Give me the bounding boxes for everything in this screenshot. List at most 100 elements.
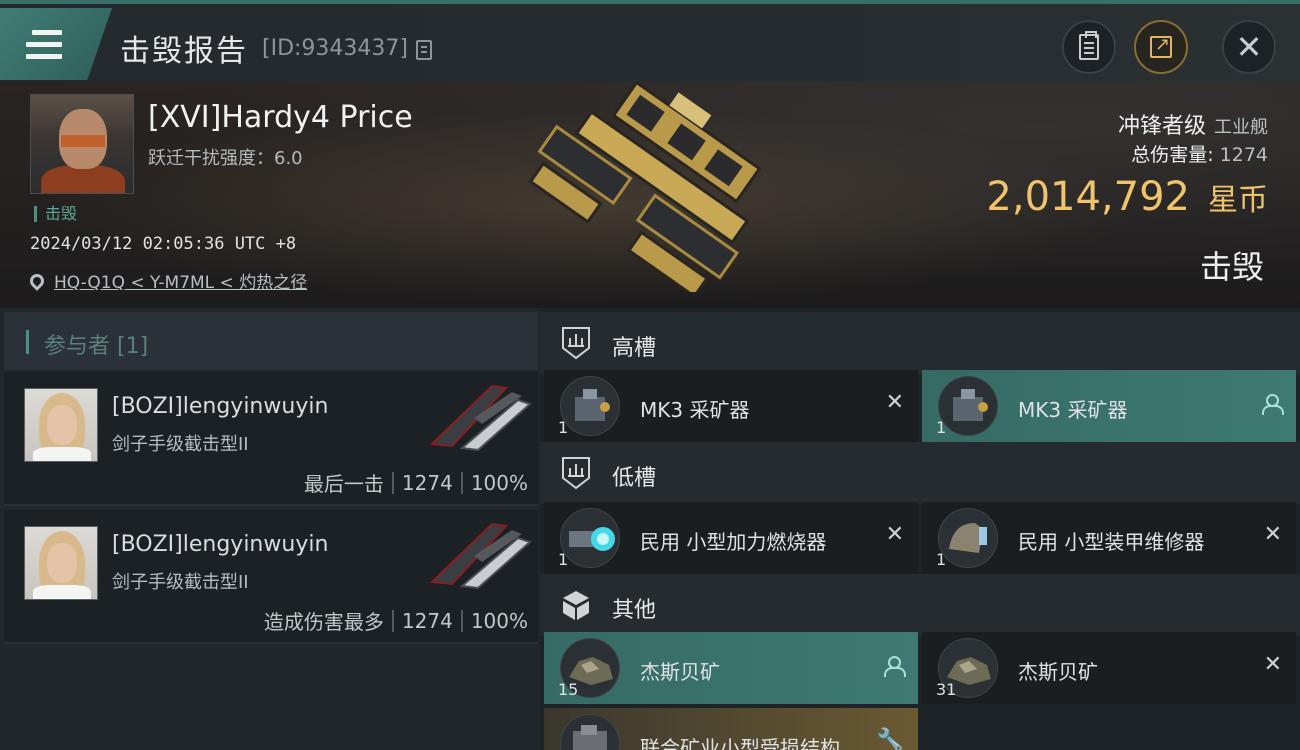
item-name: 联合矿业小型受损结构 (640, 736, 840, 750)
divider (460, 471, 463, 494)
module-slot[interactable]: 31 杰斯贝矿 ✕ (922, 632, 1296, 704)
fitting-panel: 高槽 1 MK3 采矿器 ✕ 1 MK3 采矿器 低槽 1 民用 小型加力燃烧器… (540, 308, 1300, 750)
module-quantity: 1 (936, 418, 947, 437)
participants-heading: 参与者 [1] (44, 334, 149, 359)
isk-amount: 2,014,792 (986, 174, 1190, 220)
participant-row[interactable]: [BOZI]lengyinwuyin 剑子手级截击型II 造成伤害最多 1274… (4, 510, 538, 644)
close-icon: ✕ (1263, 522, 1282, 547)
module-name: MK3 采矿器 (640, 398, 750, 422)
module-slot[interactable]: 15 杰斯贝矿 (544, 632, 918, 704)
participants-header: 参与者 [1] (4, 312, 538, 370)
participant-tag: 最后一击 (303, 472, 384, 496)
high-slot-icon (562, 327, 590, 360)
item-name: 杰斯贝矿 (1018, 660, 1098, 684)
close-icon: ✕ (885, 522, 904, 547)
item-quantity: 15 (558, 680, 579, 699)
participant-ship: 剑子手级截击型II (112, 434, 249, 455)
warp-disruption-strength: 跃迁干扰强度：6.0 (148, 148, 303, 169)
person-icon (884, 656, 906, 677)
participant-ship: 剑子手级截击型II (112, 572, 249, 593)
low-slot-label: 低槽 (612, 466, 657, 491)
participant-tag: 造成伤害最多 (263, 610, 384, 634)
section-accent-bar (26, 330, 29, 354)
module-quantity: 1 (558, 418, 569, 437)
participant-name[interactable]: [BOZI]lengyinwuyin (112, 532, 328, 557)
page-title: 击毁报告 (120, 34, 248, 69)
afterburner-icon (560, 508, 620, 568)
module-slot[interactable]: 1 民用 小型加力燃烧器 ✕ (544, 502, 918, 574)
location-link[interactable]: HQ-Q1Q < Y-M7ML < 灼热之径 (27, 268, 307, 293)
other-header: 其他 (540, 574, 1300, 636)
participant-damage: 1274 (401, 608, 453, 633)
low-slot-icon (562, 457, 590, 490)
hamburger-icon (26, 30, 62, 60)
isk-unit: 星币 (1208, 183, 1268, 218)
participant-percent: 100% (470, 608, 528, 633)
participant-row[interactable]: [BOZI]lengyinwuyin 剑子手级截击型II 最后一击 1274 1… (4, 372, 538, 506)
divider (460, 609, 463, 632)
participant-avatar[interactable] (24, 526, 98, 600)
module-name: MK3 采矿器 (1018, 398, 1128, 422)
clipboard-button[interactable] (1062, 20, 1116, 74)
ship-class: 冲锋者级 工业舰 (1118, 108, 1268, 140)
other-label: 其他 (612, 598, 657, 623)
share-button[interactable] (1134, 20, 1188, 74)
clipboard-icon (1079, 31, 1099, 60)
ship-type: 工业舰 (1214, 117, 1268, 138)
participant-name[interactable]: [BOZI]lengyinwuyin (112, 394, 328, 419)
participants-panel: 参与者 [1] [BOZI]lengyinwuyin 剑子手级截击型II 最后一… (0, 308, 540, 750)
status-badge: 击毁 (34, 206, 77, 222)
participant-percent: 100% (470, 470, 528, 495)
participant-ship-image[interactable] (422, 516, 534, 590)
participant-avatar[interactable] (24, 388, 98, 462)
copy-icon[interactable] (416, 40, 432, 60)
victim-avatar[interactable] (30, 94, 134, 194)
module-quantity: 1 (558, 550, 569, 569)
total-damage-label: 总伤害量: (1131, 144, 1214, 166)
close-icon: ✕ (1235, 28, 1263, 66)
structure-icon (560, 714, 620, 750)
report-id: [ID:9343437] (262, 36, 408, 61)
person-icon (1262, 394, 1284, 415)
participant-ship-image[interactable] (422, 378, 534, 452)
high-slot-label: 高槽 (612, 336, 657, 361)
armor-repairer-icon (938, 508, 998, 568)
module-slot[interactable]: 1 民用 小型装甲维修器 ✕ (922, 502, 1296, 574)
location-pin-icon (27, 270, 47, 291)
isk-value: 2,014,792 星币 (986, 174, 1268, 220)
total-damage-value: 1274 (1219, 144, 1268, 166)
divider (391, 609, 394, 632)
location-text[interactable]: HQ-Q1Q < Y-M7ML < 灼热之径 (54, 268, 307, 293)
victim-ship-image[interactable] (520, 82, 790, 292)
kill-timestamp: 2024/03/12 02:05:36 UTC +8 (30, 234, 297, 254)
module-name: 民用 小型装甲维修器 (1018, 530, 1205, 554)
module-slot[interactable]: 1 MK3 采矿器 ✕ (544, 370, 918, 442)
wrench-icon: 🔧 (876, 728, 904, 750)
ship-class-name: 冲锋者级 (1117, 114, 1206, 139)
total-damage: 总伤害量: 1274 (1131, 140, 1268, 167)
module-quantity: 1 (936, 550, 947, 569)
top-bar: 击毁报告 [ID:9343437] ✕ (0, 0, 1300, 82)
module-name: 民用 小型加力燃烧器 (640, 530, 827, 554)
low-slot-header: 低槽 (540, 442, 1300, 504)
high-slot-header: 高槽 (540, 312, 1300, 374)
item-quantity: 31 (936, 680, 957, 699)
kill-result: 击毁 (1199, 248, 1264, 286)
participant-stats: 造成伤害最多 1274 100% (264, 606, 528, 635)
share-icon (1150, 34, 1172, 58)
mining-laser-icon (938, 376, 998, 436)
close-icon: ✕ (885, 390, 904, 415)
participant-damage: 1274 (401, 470, 453, 495)
victim-panel: [XVI]Hardy4 Price 跃迁干扰强度：6.0 击毁 2024/03/… (0, 82, 1300, 308)
victim-name[interactable]: [XVI]Hardy4 Price (148, 100, 413, 135)
close-button[interactable]: ✕ (1222, 20, 1276, 74)
module-slot[interactable]: 1 MK3 采矿器 (922, 370, 1296, 442)
mining-laser-icon (560, 376, 620, 436)
close-icon: ✕ (1263, 652, 1282, 677)
item-name: 杰斯贝矿 (640, 660, 720, 684)
participant-stats: 最后一击 1274 100% (304, 468, 528, 497)
module-slot[interactable]: 联合矿业小型受损结构 🔧 (544, 708, 918, 750)
menu-button[interactable] (0, 8, 112, 80)
divider (391, 471, 394, 494)
cargo-box-icon (563, 591, 589, 620)
